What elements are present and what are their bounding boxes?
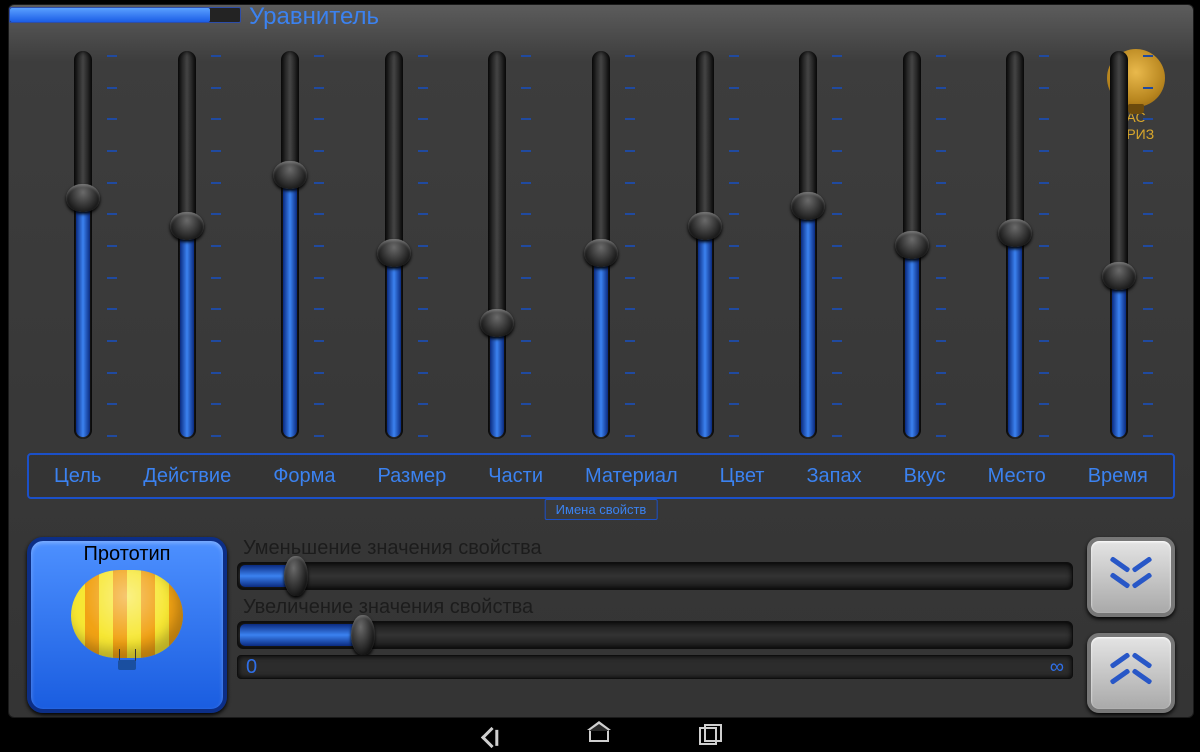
step-buttons [1087,537,1175,729]
chevron-down-icon [1114,578,1148,592]
property-label[interactable]: Действие [143,465,231,488]
eq-slider-5[interactable] [555,45,647,445]
nav-back-icon[interactable] [480,726,501,747]
eq-slider-thumb[interactable] [584,239,618,267]
eq-slider-8[interactable] [866,45,958,445]
eq-slider-9[interactable] [969,45,1061,445]
nav-home-icon[interactable] [589,730,609,742]
balloon-icon [71,570,183,670]
eq-slider-thumb[interactable] [273,161,307,189]
property-labels-bar: Цель Действие Форма Размер Части Материал Цвет… [27,453,1175,499]
prototype-caption: Прототип [31,541,223,566]
property-label[interactable]: Форма [273,465,335,488]
eq-slider-3[interactable] [348,45,440,445]
chevron-up-icon [1114,674,1148,688]
eq-slider-2[interactable] [244,45,336,445]
eq-slider-thumb[interactable] [66,184,100,212]
header-progress [9,7,241,23]
header: Уравнитель [9,5,1193,31]
decrease-label: Уменьшение значения свойства [243,537,1073,560]
eq-slider-thumb[interactable] [480,309,514,337]
property-label[interactable]: Цель [54,465,101,488]
increase-slider[interactable] [237,621,1073,649]
range-min: 0 [246,656,257,679]
value-adjust-panel: Уменьшение значения свойства Увеличение … [237,537,1073,707]
property-label[interactable]: Цвет [720,465,765,488]
prototype-card[interactable]: Прототип [27,537,227,713]
chevron-up-icon [1114,658,1148,672]
android-navbar [0,720,1200,752]
eq-slider-6[interactable] [659,45,751,445]
decrease-button[interactable] [1087,537,1175,617]
eq-slider-thumb[interactable] [1102,262,1136,290]
nav-recent-icon[interactable] [699,727,717,745]
labels-caption: Имена свойств [545,499,658,520]
eq-slider-thumb[interactable] [791,192,825,220]
eq-slider-0[interactable] [37,45,129,445]
eq-slider-7[interactable] [762,45,854,445]
eq-slider-thumb[interactable] [377,239,411,267]
decrease-slider[interactable] [237,562,1073,590]
property-label[interactable]: Части [488,465,543,488]
eq-slider-4[interactable] [451,45,543,445]
value-range-row: 0 ∞ [237,655,1073,679]
decrease-slider-thumb[interactable] [284,556,308,596]
app-screen: Уравнитель АС ТРИЗ ЦельДействиеФормаРазм… [8,4,1194,718]
eq-slider-thumb[interactable] [688,212,722,240]
eq-slider-10[interactable] [1073,45,1165,445]
property-label[interactable]: Вкус [904,465,946,488]
property-label[interactable]: Запах [806,465,861,488]
property-label[interactable]: Место [988,465,1046,488]
eq-slider-thumb[interactable] [895,231,929,259]
property-label[interactable]: Материал [585,465,678,488]
eq-slider-1[interactable] [141,45,233,445]
property-label[interactable]: Время [1088,465,1148,488]
range-max: ∞ [1050,656,1064,679]
property-label[interactable]: Размер [377,465,446,488]
page-title: Уравнитель [249,3,379,31]
chevron-down-icon [1114,562,1148,576]
eq-slider-thumb[interactable] [170,212,204,240]
equalizer-panel [27,45,1175,445]
increase-button[interactable] [1087,633,1175,713]
increase-slider-thumb[interactable] [351,615,375,655]
eq-slider-thumb[interactable] [998,219,1032,247]
